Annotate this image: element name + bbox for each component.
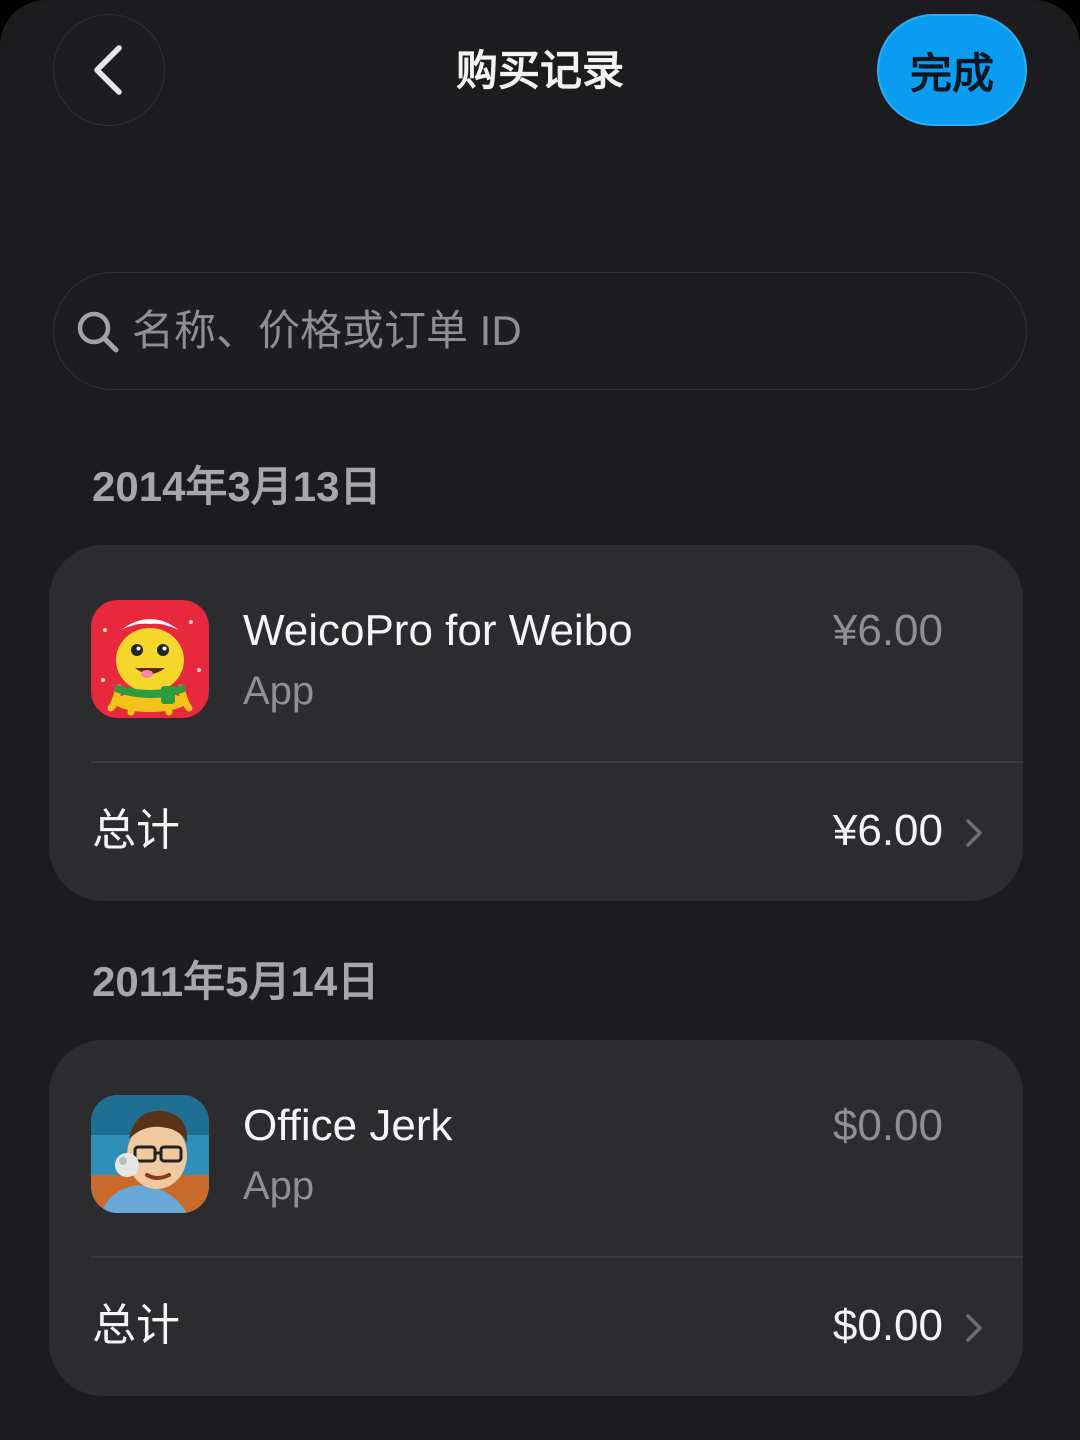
purchase-card: WeicoPro for Weibo App ¥6.00 总计 ¥6.00 <box>49 545 1023 901</box>
purchase-item-row[interactable]: WeicoPro for Weibo App ¥6.00 <box>49 545 1023 761</box>
purchase-card: Office Jerk App $0.00 总计 $0.00 <box>49 1040 1023 1396</box>
navigation-bar: 购买记录 完成 <box>0 0 1080 140</box>
app-kind: App <box>243 1164 315 1208</box>
purchase-date-header: 2011年5月14日 <box>92 958 380 1005</box>
search-bar[interactable] <box>53 272 1027 390</box>
purchase-item-row[interactable]: Office Jerk App $0.00 <box>49 1040 1023 1256</box>
purchase-total-row[interactable]: 总计 $0.00 <box>49 1258 1023 1396</box>
weicopro-app-icon <box>91 600 209 718</box>
chevron-right-icon <box>966 1314 982 1342</box>
app-kind: App <box>243 669 315 713</box>
purchase-history-screen: 购买记录 完成 2014年3月13日 <box>0 0 1080 1440</box>
chevron-right-icon <box>966 819 982 847</box>
back-button[interactable] <box>53 14 165 126</box>
total-label: 总计 <box>92 1301 180 1350</box>
search-input[interactable] <box>132 293 992 369</box>
office-jerk-app-icon <box>91 1095 209 1213</box>
done-button[interactable]: 完成 <box>877 14 1027 126</box>
search-icon <box>77 311 119 353</box>
app-name: Office Jerk <box>243 1101 453 1150</box>
app-price: $0.00 <box>832 1101 943 1150</box>
chevron-left-icon <box>94 45 122 95</box>
purchase-total-row[interactable]: 总计 ¥6.00 <box>49 763 1023 901</box>
app-price: ¥6.00 <box>832 606 943 655</box>
total-label: 总计 <box>92 806 180 855</box>
app-name: WeicoPro for Weibo <box>243 606 633 655</box>
total-value: $0.00 <box>832 1301 943 1350</box>
total-value: ¥6.00 <box>832 806 943 855</box>
page-title: 购买记录 <box>455 47 624 94</box>
purchase-date-header: 2014年3月13日 <box>92 463 382 510</box>
